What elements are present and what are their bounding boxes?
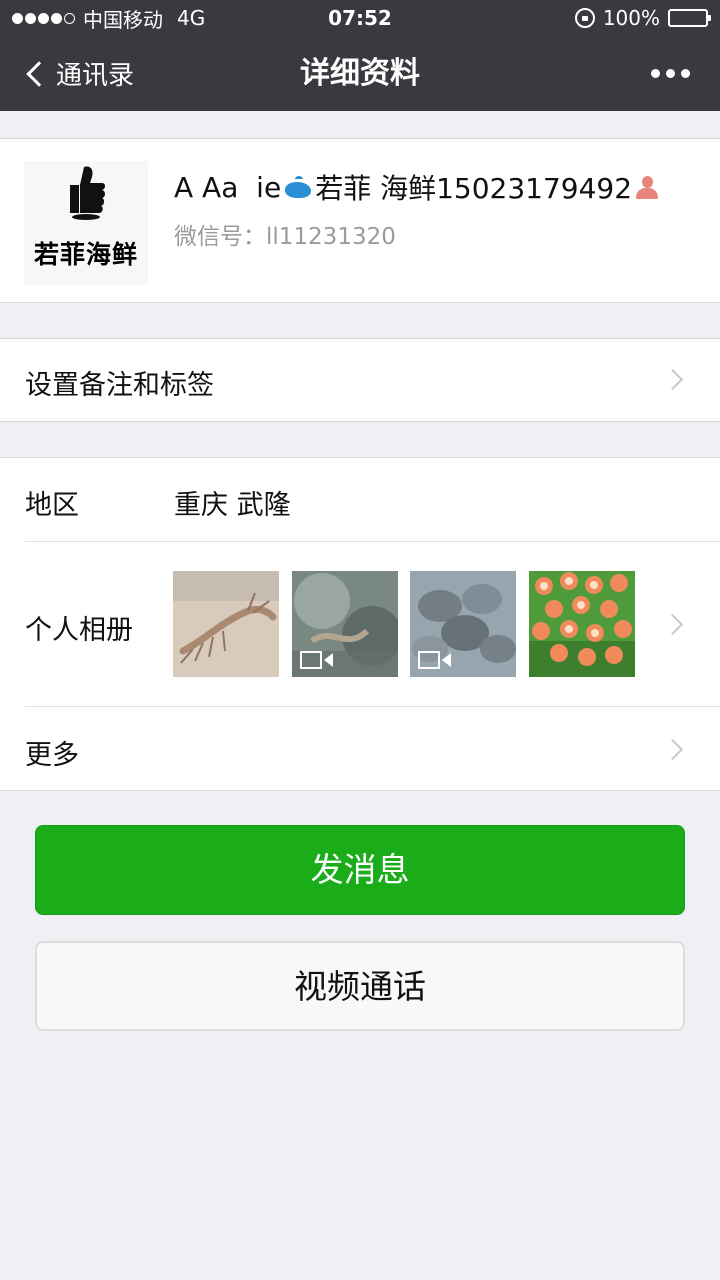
album-photo-4[interactable] [529, 571, 635, 677]
video-icon [300, 651, 336, 669]
more-row[interactable]: 更多 [0, 707, 720, 790]
mantis-shrimp-photo [173, 571, 279, 677]
status-bar: 中国移动 4G 07:52 100% [0, 0, 720, 36]
nickname-part2: 若菲 海鲜15023179492 [315, 172, 633, 205]
region-value: 重庆 武隆 [174, 490, 291, 521]
wechat-id: 微信号：ll11231320 [174, 224, 396, 250]
navigation-bar: 通讯录 详细资料 [0, 36, 720, 111]
remark-tags-section: 设置备注和标签 [0, 338, 720, 422]
album-label: 个人相册 [25, 615, 133, 646]
album-row[interactable]: 个人相册 [0, 542, 720, 706]
chevron-right-icon [661, 613, 684, 636]
chevron-right-icon [661, 368, 684, 391]
status-right: 100% [574, 0, 711, 36]
video-call-button[interactable]: 视频通话 [35, 941, 685, 1031]
album-photo-1[interactable] [173, 571, 279, 677]
region-row: 地区 重庆 武隆 [0, 458, 720, 541]
avatar-logo-text: 若菲海鲜 [33, 240, 138, 269]
region-label: 地区 [25, 490, 79, 521]
album-photo-3[interactable] [410, 571, 516, 677]
battery-percent: 100% [602, 6, 660, 30]
contact-nickname: A Aa ie 若菲 海鲜15023179492 [174, 167, 660, 207]
info-section: 地区 重庆 武隆 个人相册 更多 [0, 457, 720, 791]
more-dots-icon[interactable] [651, 36, 690, 111]
back-button-label: 通讯录 [56, 61, 135, 91]
battery-icon [668, 9, 711, 27]
profile-card: 若菲海鲜 A Aa ie 若菲 海鲜15023179492 微信号：ll1123… [0, 138, 720, 303]
avatar[interactable]: 若菲海鲜 [24, 161, 148, 285]
nickname-part1: A Aa ie [174, 170, 282, 204]
remark-tags-label: 设置备注和标签 [25, 370, 214, 401]
back-button[interactable]: 通讯录 [22, 36, 134, 111]
female-person-icon [634, 174, 660, 200]
more-label: 更多 [25, 740, 79, 771]
video-icon [418, 651, 454, 669]
shrimp-dish-photo [529, 571, 635, 677]
thumbs-up-logo-icon [70, 166, 105, 220]
remark-tags-row[interactable]: 设置备注和标签 [0, 339, 720, 421]
whale-emoji-icon [283, 176, 313, 198]
album-photo-2[interactable] [292, 571, 398, 677]
chevron-right-icon [661, 738, 684, 761]
orientation-lock-icon [574, 8, 595, 28]
chevron-left-icon [26, 60, 52, 87]
send-message-button[interactable]: 发消息 [35, 825, 685, 915]
